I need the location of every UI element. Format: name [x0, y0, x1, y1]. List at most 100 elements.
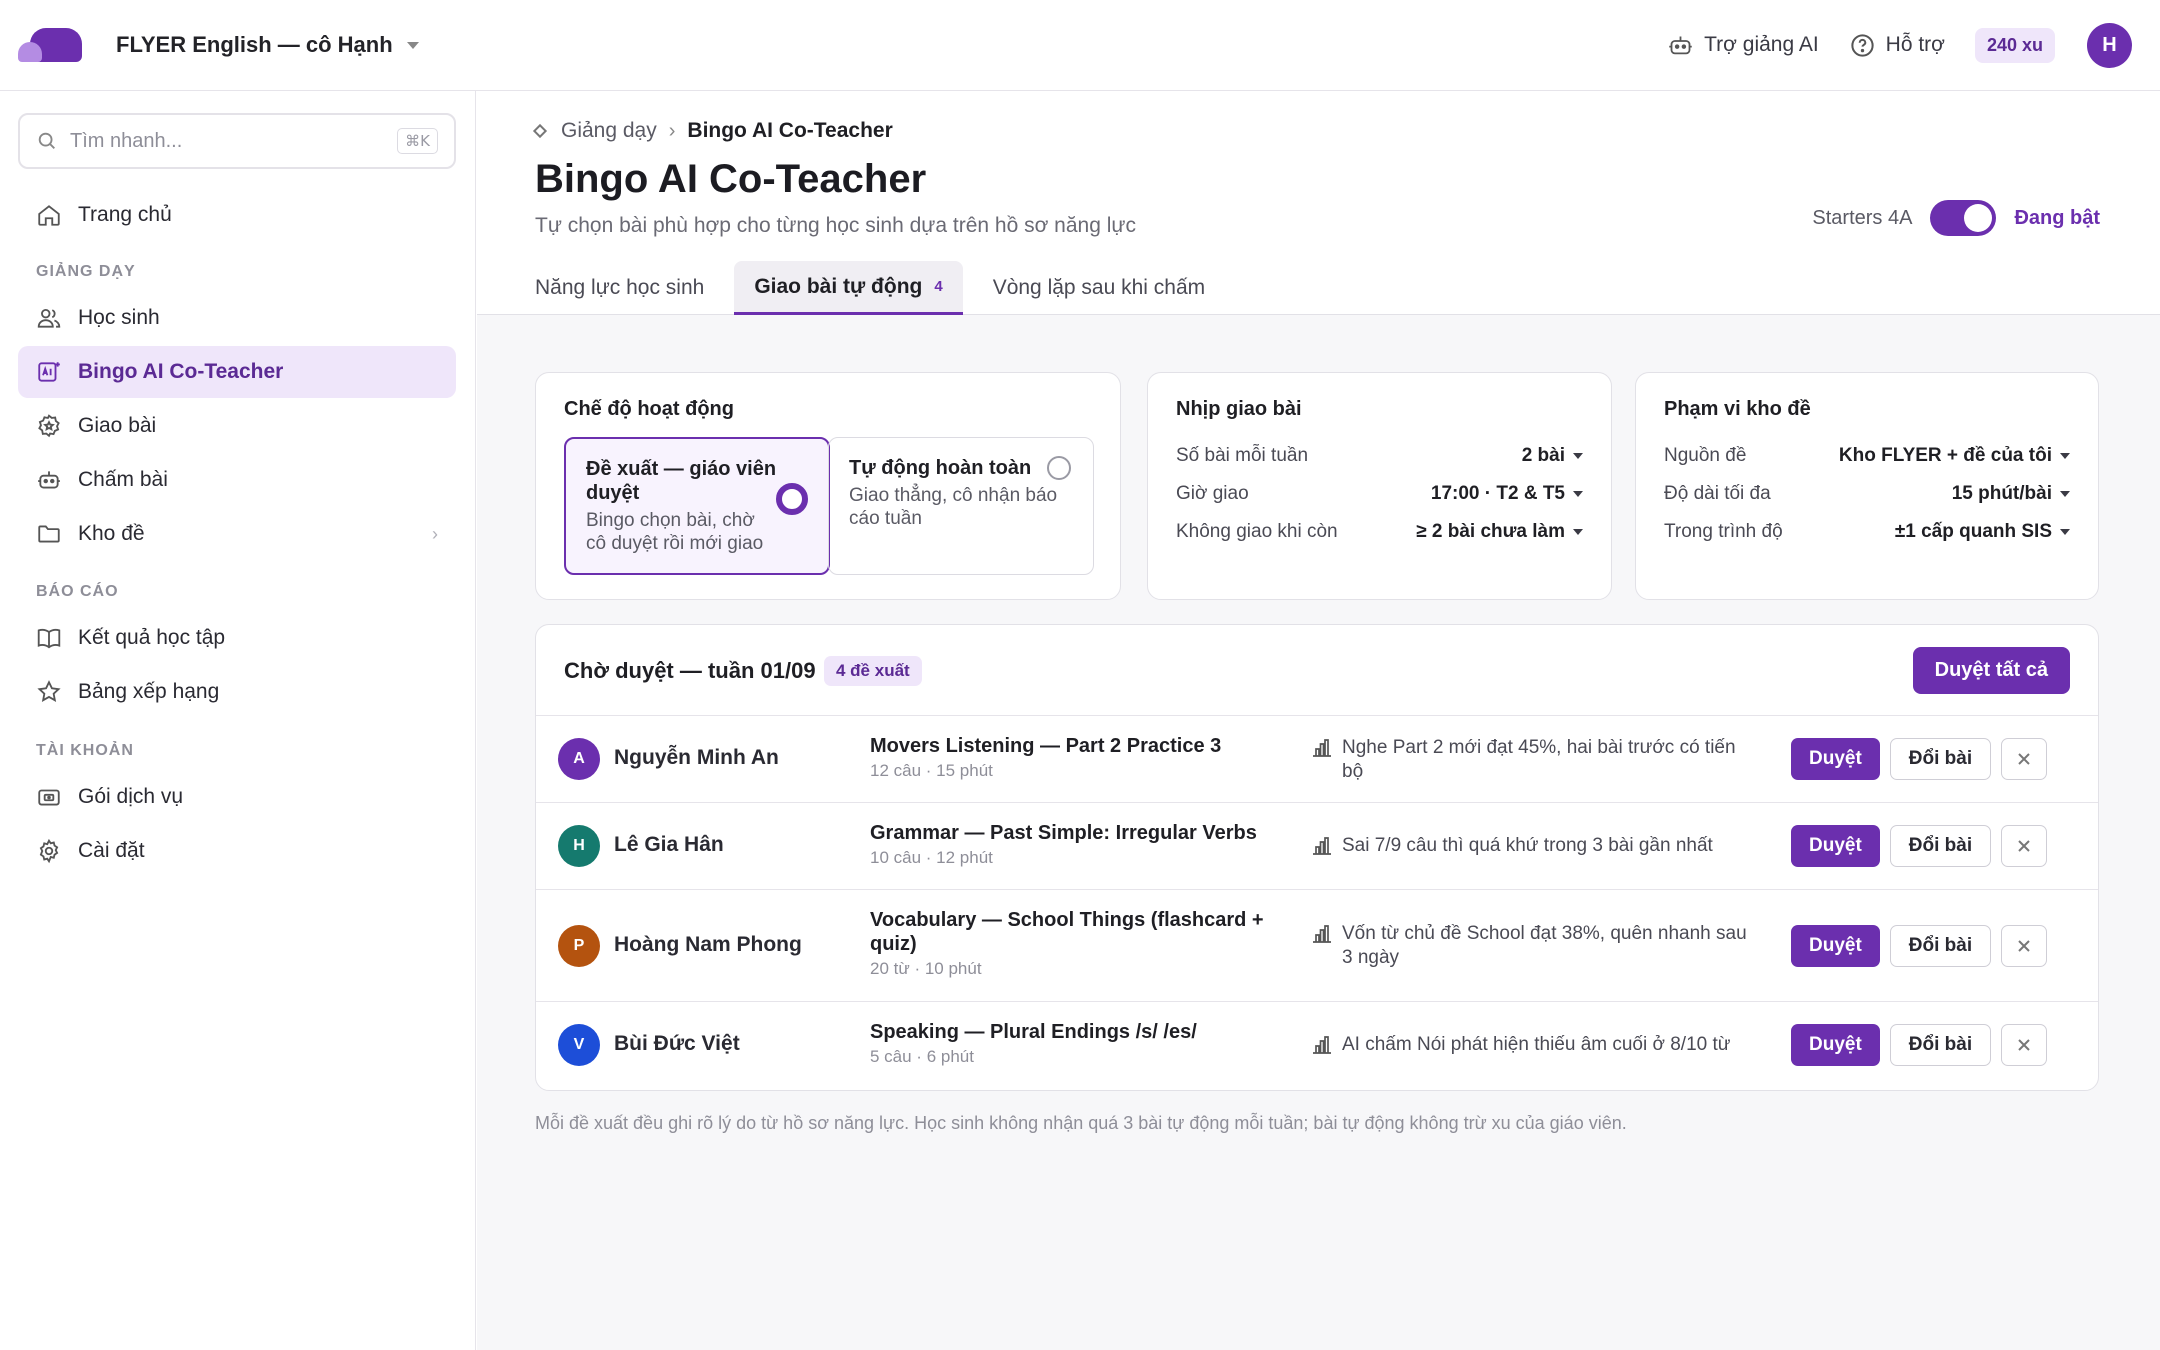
folder-icon — [38, 525, 60, 543]
bar-chart-icon — [1313, 739, 1331, 757]
reject-button[interactable] — [2001, 1024, 2048, 1066]
approve-button[interactable]: Duyệt — [1791, 738, 1880, 780]
sidebar-item-settings[interactable]: Cài đặt — [18, 825, 456, 877]
tab-bar: Năng lực học sinh Giao bài tự động 4 Vòn… — [515, 261, 1225, 315]
approve-all-button[interactable]: Duyệt tất cả — [1912, 647, 2070, 694]
ai-assistant-link[interactable]: Trợ giảng AI — [1667, 32, 1819, 59]
coin-balance-badge[interactable]: 240 xu — [1974, 27, 2055, 63]
caret-down-icon — [2060, 453, 2070, 459]
caret-down-icon — [2060, 491, 2070, 497]
radio-unselected-icon[interactable] — [1047, 456, 1071, 480]
sidebar-item-students[interactable]: Học sinh — [18, 292, 456, 344]
robot-icon — [1669, 36, 1692, 54]
setting-row: Không giao khi còn ≥ 2 bài chưa làm — [1176, 521, 1583, 543]
approve-button[interactable]: Duyệt — [1791, 825, 1880, 867]
radio-selected-icon[interactable] — [776, 483, 808, 515]
approve-button[interactable]: Duyệt — [1791, 1024, 1880, 1066]
lesson-meta: 20 từ · 10 phút — [870, 959, 982, 978]
caret-down-icon — [1573, 529, 1583, 535]
table-row: H Lê Gia Hân Grammar — Past Simple: Irre… — [536, 803, 2098, 890]
tab-student-ability[interactable]: Năng lực học sinh — [515, 261, 724, 315]
student-name[interactable]: Bùi Đức Việt — [614, 1032, 740, 1056]
option-description: Bingo chọn bài, chờ cô duyệt rồi mới gia… — [586, 510, 764, 554]
quick-search-input[interactable]: Tìm nhanh... ⌘K — [18, 113, 456, 169]
brand-logo[interactable] — [18, 28, 82, 62]
setting-label: Giờ giao — [1176, 483, 1249, 504]
pending-limit-select[interactable]: ≥ 2 bài chưa làm — [1416, 521, 1583, 543]
tab-label: Năng lực học sinh — [535, 276, 705, 299]
row-actions: Duyệt Đổi bài — [1791, 925, 2048, 967]
diamond-icon — [532, 123, 548, 139]
lessons-per-week-select[interactable]: 2 bài — [1522, 445, 1583, 467]
setting-row: Giờ giao 17:00 · T2 & T5 — [1176, 483, 1583, 505]
sidebar-item-ranking[interactable]: Bảng xếp hạng — [18, 666, 456, 718]
lesson-title: Movers Listening — Part 2 Practice 3 — [870, 735, 1222, 757]
delivery-time-select[interactable]: 17:00 · T2 & T5 — [1431, 483, 1583, 505]
sidebar: Tìm nhanh... ⌘K Trang chủ GIẢNG DẠY Học … — [0, 91, 476, 1350]
sidebar-item-label: Kho đề — [78, 522, 145, 545]
sidebar-item-label: Chấm bài — [78, 468, 168, 491]
robot-icon — [38, 471, 60, 489]
tab-count-badge: 4 — [934, 278, 943, 295]
tab-post-grading-loop[interactable]: Vòng lặp sau khi chấm — [973, 261, 1225, 315]
swap-lesson-button[interactable]: Đổi bài — [1889, 925, 1992, 967]
support-label: Hỗ trợ — [1885, 33, 1945, 56]
sidebar-item-plans[interactable]: Gói dịch vụ — [18, 771, 456, 823]
lesson-title: Grammar — Past Simple: Irregular Verbs — [870, 822, 1257, 844]
approve-button[interactable]: Duyệt — [1791, 925, 1880, 967]
support-link[interactable]: Hỗ trợ — [1849, 32, 1945, 59]
suggested-lesson[interactable]: Movers Listening — Part 2 Practice 3 12 … — [870, 734, 1280, 781]
level-range-select[interactable]: ±1 cấp quanh SIS — [1895, 521, 2070, 543]
bar-chart-icon — [1313, 837, 1331, 855]
mode-option-suggest[interactable]: Đề xuất — giáo viên duyệt Bingo chọn bài… — [564, 437, 830, 575]
reject-button[interactable] — [2001, 925, 2048, 967]
student-name[interactable]: Hoàng Nam Phong — [614, 933, 802, 957]
question-bank-scope-card: Phạm vi kho đề Nguồn đề Kho FLYER + đề c… — [1635, 372, 2099, 600]
suggestion-count-badge: 4 đề xuất — [824, 656, 922, 686]
caret-down-icon — [2060, 529, 2070, 535]
suggestion-reason: Nghe Part 2 mới đạt 45%, hai bài trước c… — [1310, 736, 1750, 784]
max-length-select[interactable]: 15 phút/bài — [1952, 483, 2070, 505]
star-icon — [37, 680, 61, 702]
student-name[interactable]: Nguyễn Minh An — [614, 746, 779, 770]
sidebar-item-results[interactable]: Kết quả học tập — [18, 612, 456, 664]
sidebar-item-home[interactable]: Trang chủ — [18, 189, 456, 241]
badge-star-icon — [38, 414, 60, 438]
setting-row: Độ dài tối đa 15 phút/bài — [1664, 483, 2070, 505]
suggested-lesson[interactable]: Grammar — Past Simple: Irregular Verbs 1… — [870, 821, 1280, 868]
table-row: A Nguyễn Minh An Movers Listening — Part… — [536, 716, 2098, 803]
sidebar-item-grade[interactable]: Chấm bài — [18, 454, 456, 506]
caret-down-icon — [406, 41, 419, 49]
option-description: Giao thẳng, cô nhận báo cáo tuần — [849, 485, 1058, 529]
search-icon — [38, 132, 55, 149]
chevron-right-icon: › — [432, 523, 438, 544]
setting-row: Số bài mỗi tuần 2 bài — [1176, 445, 1583, 467]
suggested-lesson[interactable]: Speaking — Plural Endings /s/ /es/ 5 câu… — [870, 1020, 1280, 1067]
sidebar-item-question-bank[interactable]: Kho đề › — [18, 508, 456, 560]
list-header: Chờ duyệt — tuần 01/09 4 đề xuất Duyệt t… — [536, 625, 2098, 716]
source-select[interactable]: Kho FLYER + đề của tôi — [1839, 445, 2070, 467]
sidebar-item-co-teacher[interactable]: Bingo AI Co-Teacher — [18, 346, 456, 398]
swap-lesson-button[interactable]: Đổi bài — [1889, 738, 1992, 780]
swap-lesson-button[interactable]: Đổi bài — [1889, 1024, 1992, 1066]
lesson-meta: 10 câu · 12 phút — [870, 848, 993, 867]
sidebar-item-label: Học sinh — [78, 306, 160, 329]
co-teacher-toggle-switch[interactable] — [1930, 200, 1997, 236]
setting-label: Trong trình độ — [1664, 521, 1783, 542]
student-name[interactable]: Lê Gia Hân — [614, 833, 724, 857]
tab-auto-assign[interactable]: Giao bài tự động 4 — [734, 261, 963, 315]
sidebar-item-assign[interactable]: Giao bài — [18, 400, 456, 452]
reject-button[interactable] — [2001, 825, 2048, 867]
workspace-switcher[interactable]: FLYER English — cô Hạnh — [116, 32, 419, 58]
swap-lesson-button[interactable]: Đổi bài — [1889, 825, 1992, 867]
sidebar-item-label: Cài đặt — [78, 839, 145, 862]
mode-option-full-auto[interactable]: Tự động hoàn toàn Giao thẳng, cô nhận bá… — [828, 437, 1094, 575]
setting-label: Độ dài tối đa — [1664, 483, 1771, 504]
option-title: Tự động hoàn toàn — [849, 457, 1032, 479]
user-avatar[interactable]: H — [2087, 22, 2132, 68]
suggested-lesson[interactable]: Vocabulary — School Things (flashcard + … — [870, 908, 1280, 979]
reject-button[interactable] — [2001, 738, 2048, 780]
option-title: Đề xuất — giáo viên duyệt — [586, 458, 777, 504]
wallet-icon — [38, 789, 60, 806]
breadcrumb-parent-link[interactable]: Giảng dạy — [561, 119, 657, 143]
